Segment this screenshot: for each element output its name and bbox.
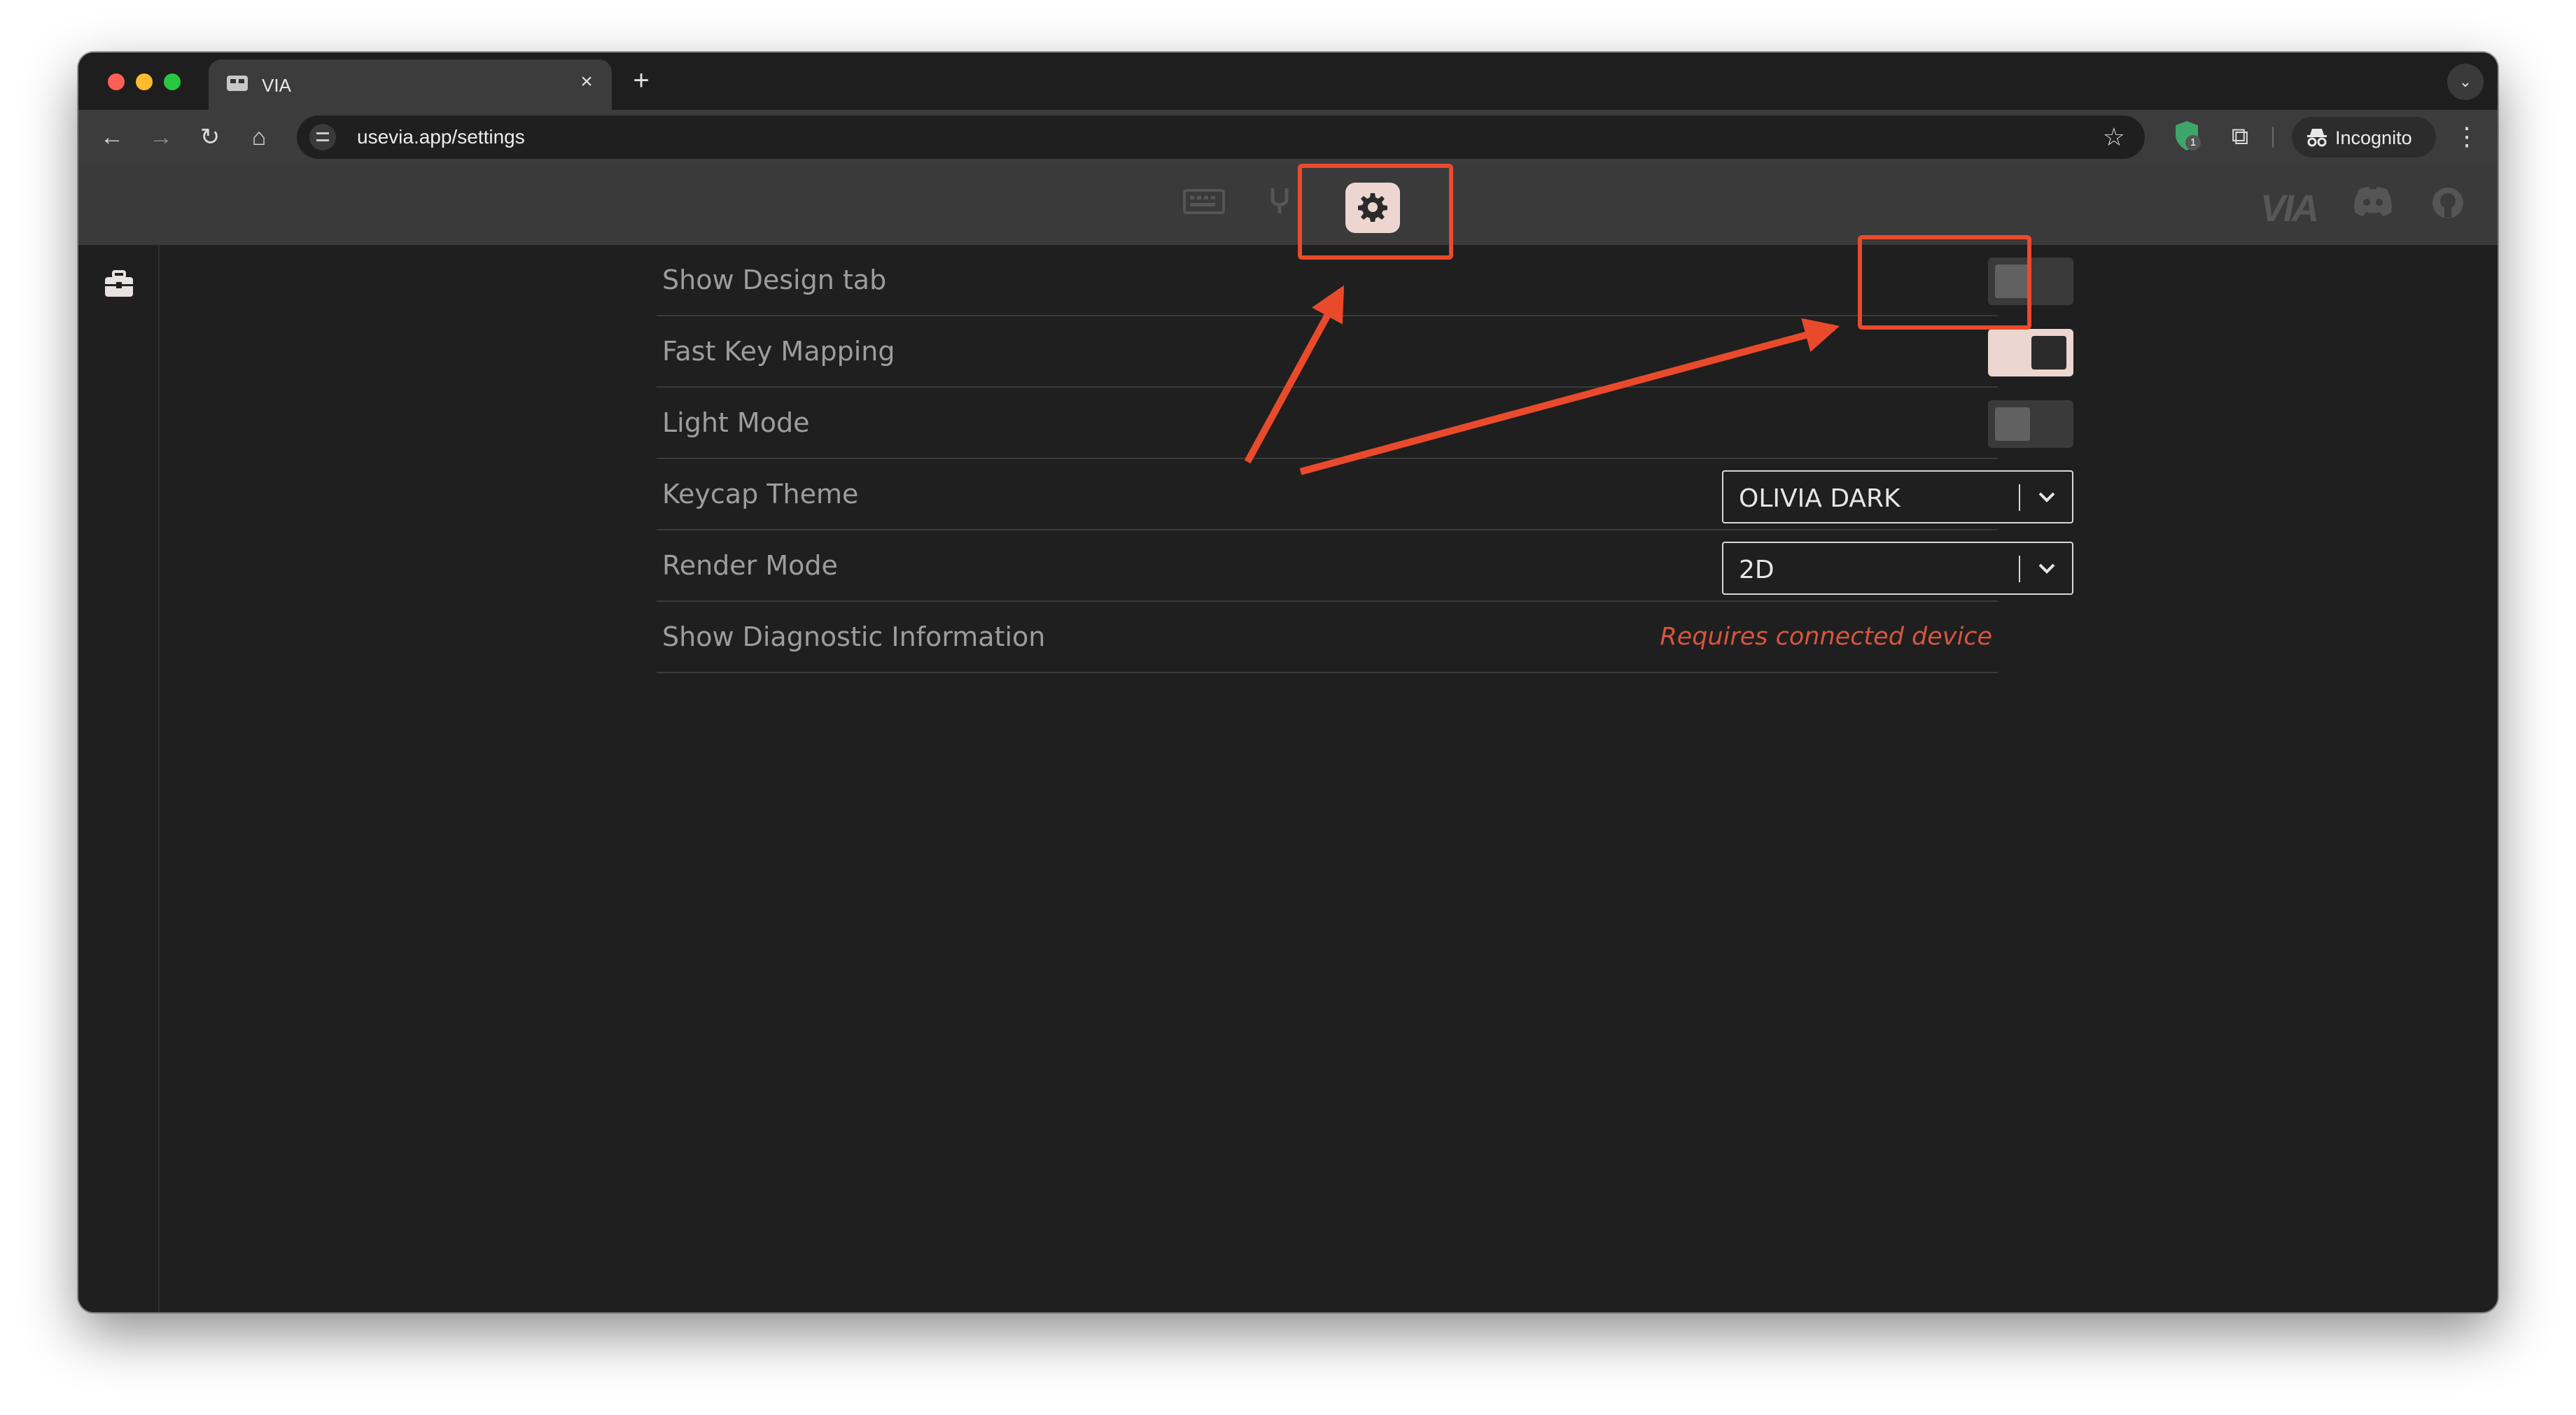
annotation-arrow-to-settings (1244, 285, 1345, 464)
annotation-arrows (1244, 285, 1840, 475)
annotation-arrow-to-toggle (1299, 318, 1840, 475)
